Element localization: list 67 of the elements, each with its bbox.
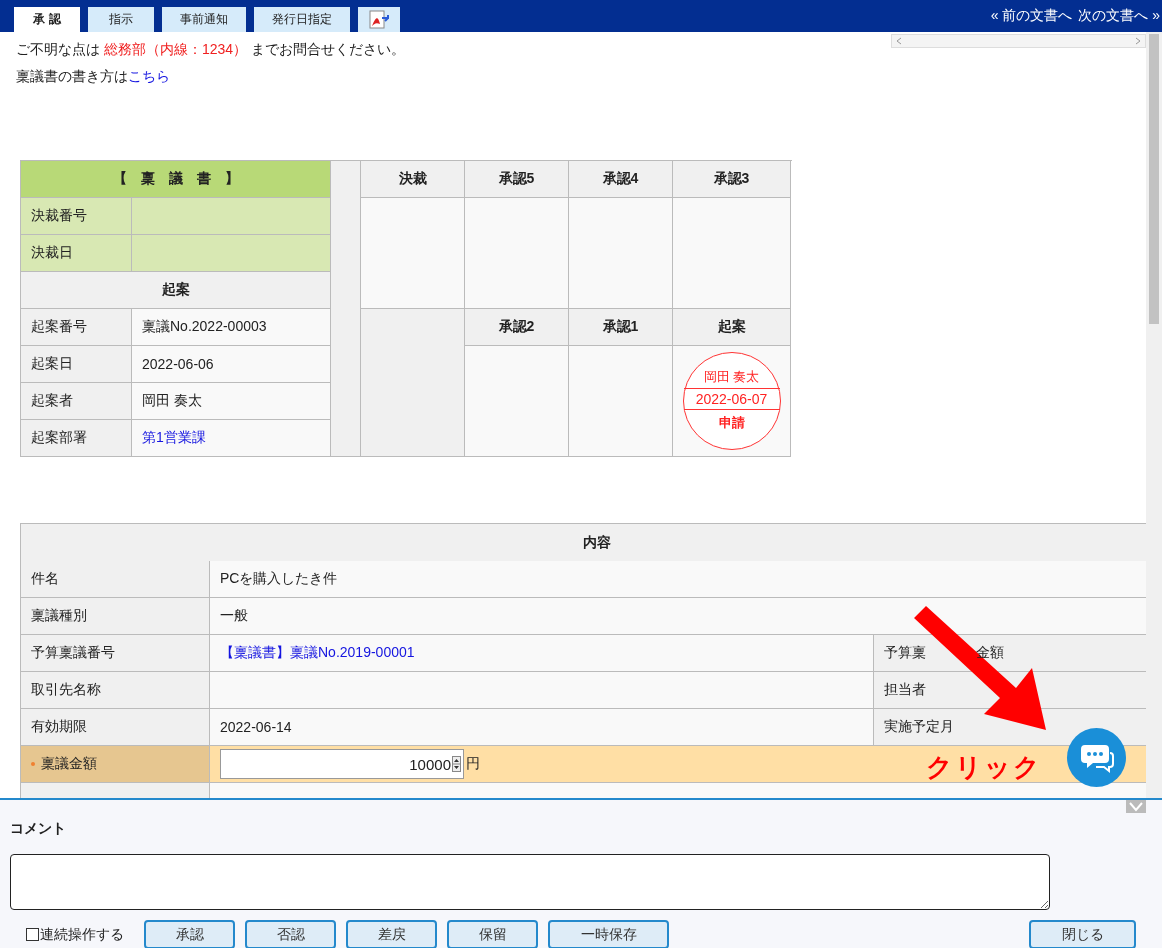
tab[interactable]: 発行日指定	[254, 7, 350, 32]
action-button[interactable]: 保留	[447, 920, 538, 948]
tab[interactable]: 承 認	[14, 7, 80, 32]
action-button[interactable]: 承認	[144, 920, 235, 948]
tab[interactable]: 指示	[88, 7, 154, 32]
table-cell: 有効期限	[21, 709, 210, 746]
table-cell: 起案部署	[21, 420, 132, 457]
howto-link[interactable]: こちら	[128, 68, 170, 84]
action-button[interactable]: 一時保存	[548, 920, 669, 948]
field-label: 担当者	[884, 681, 926, 699]
close-button[interactable]: 閉じる	[1029, 920, 1136, 948]
approval-header: 承認4	[569, 161, 673, 198]
pdf-tab[interactable]	[358, 7, 400, 32]
form-title: 【 稟 議 書 】	[21, 161, 331, 198]
scroll-right-icon[interactable]	[1135, 37, 1141, 45]
collapse-icon[interactable]	[1126, 800, 1146, 813]
next-document-link[interactable]: 次の文書へ »	[1078, 7, 1160, 25]
pdf-icon	[368, 9, 390, 30]
approval-header: 承認5	[465, 161, 569, 198]
approval-header: 承認1	[569, 309, 673, 346]
table-cell: 起案日	[21, 346, 132, 383]
spinner-icon[interactable]	[452, 756, 461, 772]
callout-text: クリック	[926, 751, 1042, 784]
notice-text: ご不明な点は	[16, 41, 100, 57]
approval-header: 決裁	[361, 161, 465, 198]
table-cell: 決裁番号	[21, 198, 132, 235]
approval-header: 起案	[673, 309, 791, 346]
amount-field[interactable]: 10000	[220, 749, 464, 779]
section-header: 内容	[21, 524, 1146, 562]
field-label: 稟議金額	[41, 755, 97, 773]
table-cell: 2022-06-14	[210, 709, 874, 746]
table-cell: 稟議種別	[21, 598, 210, 635]
section-header: 起案	[21, 272, 331, 309]
table-cell: 岡田 奏太	[132, 383, 331, 420]
table-cell: 一般	[210, 598, 1146, 635]
scroll-left-icon[interactable]	[896, 37, 902, 45]
table-cell: 取引先名称	[21, 672, 210, 709]
table-cell[interactable]: 【稟議書】稟議No.2019-00001	[210, 635, 874, 672]
action-button[interactable]: 差戻	[346, 920, 437, 948]
horizontal-scrollbar[interactable]	[891, 34, 1146, 48]
table-cell: 稟議No.2022-00003	[132, 309, 331, 346]
comment-label: コメント	[10, 820, 67, 838]
table-cell: 決裁日	[21, 235, 132, 272]
table-cell[interactable]: 第1営業課	[132, 420, 331, 457]
table-cell: 予算稟議番号	[21, 635, 210, 672]
table-cell: PCを購入したき件	[210, 561, 1146, 598]
table-cell: 起案者	[21, 383, 132, 420]
approval-header: 承認3	[673, 161, 791, 198]
action-button[interactable]: 否認	[245, 920, 336, 948]
approval-header: 承認2	[465, 309, 569, 346]
field-label: 金額	[976, 644, 1004, 662]
unit-text: 円	[466, 755, 480, 773]
notice-text: までお問合せください。	[251, 41, 406, 57]
previous-document-link[interactable]: « 前の文書へ	[990, 7, 1073, 25]
table-cell: 件名	[21, 561, 210, 598]
checkbox-label: 連続操作する	[40, 925, 124, 944]
tab[interactable]: 事前通知	[162, 7, 246, 32]
table-cell: 起案番号	[21, 309, 132, 346]
vertical-scrollbar[interactable]	[1146, 32, 1162, 798]
approval-stamp: 岡田 奏太 2022-06-07 申請	[682, 352, 781, 450]
checkbox[interactable]	[26, 928, 39, 941]
comment-field[interactable]	[10, 854, 1050, 910]
field-label: 実施予定月	[884, 718, 954, 736]
field-label: 予算稟	[884, 644, 926, 662]
table-cell: 2022-06-06	[132, 346, 331, 383]
howto-text: 稟議書の書き方は	[16, 68, 128, 84]
contact-text: 総務部（内線：1234）	[104, 41, 248, 57]
